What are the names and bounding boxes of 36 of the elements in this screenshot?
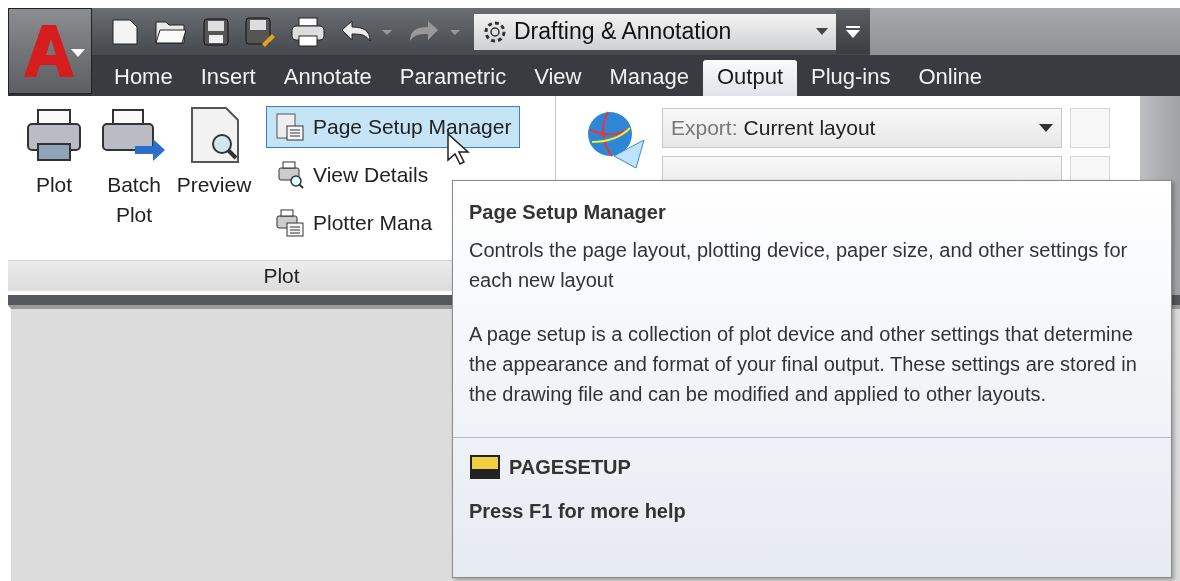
menu-caret-icon [846,25,860,38]
caret-icon [1039,124,1053,132]
ribbon-tab[interactable]: Plug-ins [797,60,905,96]
ribbon-tab[interactable]: Manage [595,60,703,96]
new-file-icon[interactable] [110,16,140,47]
large-button-label[interactable]: Preview [176,170,252,200]
print-icon[interactable] [290,15,326,48]
page-setup-icon [275,112,305,142]
command-icon [469,454,501,480]
ribbon-tab[interactable]: Online [904,60,997,96]
workspace-dropdown[interactable]: Drafting & Annotation [474,13,836,50]
ribbon-tab[interactable]: Insert [186,60,270,96]
export-value: Current layout [743,116,877,140]
large-button-label[interactable]: Batch Plot [96,170,172,230]
customize-button[interactable] [836,9,870,54]
help-hint: Press F1 for more help [469,499,687,524]
large-button-label[interactable]: Plot [35,170,73,200]
application-button[interactable] [8,8,92,94]
save-icon[interactable] [202,16,230,47]
tooltip-details: A page setup is a collection of plot device and other settings that determine the appearance and format of your final output. These settings are stored in the drawing file and can be modified and applied to other layouts. [469,322,1138,407]
caret-icon [816,28,828,35]
printer-magnifier-icon [275,160,305,190]
tooltip-title: Page Setup Manager [469,200,667,225]
ribbon-tab[interactable]: Parametric [385,60,521,96]
printer-list-icon [275,208,305,238]
ribbon-button[interactable]: View Details [266,154,521,196]
export-label: Export: [671,116,738,140]
command-name: PAGESETUP [509,455,631,480]
ribbon-tab[interactable]: View [520,60,596,96]
caret-icon [71,49,85,57]
ribbon-tab[interactable]: Home [100,60,187,96]
ribbon-tab[interactable]: Output [702,60,797,96]
ribbon-button[interactable]: Page Setup Manager [266,106,521,148]
ribbon-tab[interactable]: Annotate [269,60,386,96]
save-as-icon[interactable] [244,15,276,48]
export-dropdown[interactable]: Export: Current layout [662,108,1062,148]
